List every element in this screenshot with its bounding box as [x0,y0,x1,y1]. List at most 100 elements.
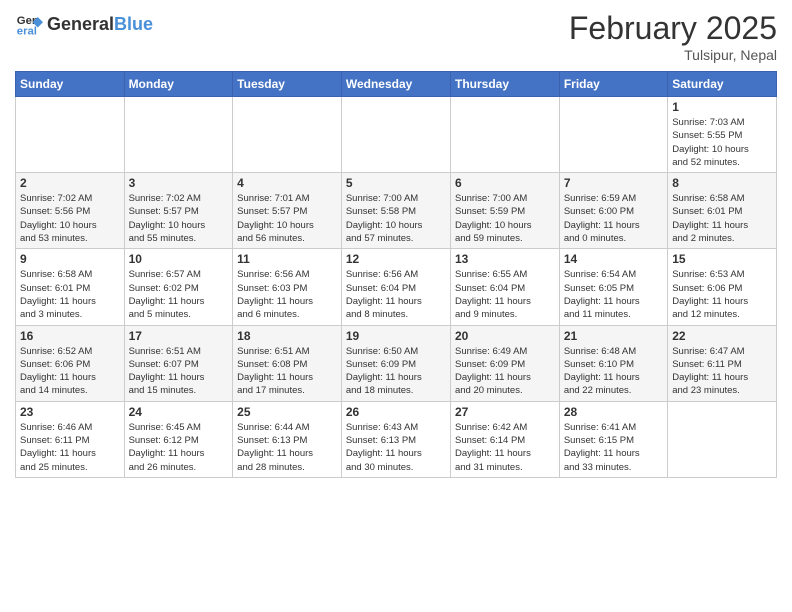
day-info: Sunrise: 6:59 AM Sunset: 6:00 PM Dayligh… [564,192,663,245]
day-number: 4 [237,176,337,190]
day-number: 6 [455,176,555,190]
day-cell [233,97,342,173]
day-number: 5 [346,176,446,190]
day-info: Sunrise: 6:42 AM Sunset: 6:14 PM Dayligh… [455,421,555,474]
day-cell: 21 Sunrise: 6:48 AM Sunset: 6:10 PM Dayli… [559,325,667,401]
logo-icon: Gen eral [15,10,43,38]
day-info: Sunrise: 6:49 AM Sunset: 6:09 PM Dayligh… [455,345,555,398]
day-number: 13 [455,252,555,266]
day-cell: 17Sunrise: 6:51 AM Sunset: 6:07 PM Dayli… [124,325,233,401]
day-number: 21 [564,329,663,343]
day-cell [450,97,559,173]
day-info: Sunrise: 7:02 AM Sunset: 5:56 PM Dayligh… [20,192,120,245]
calendar-table: SundayMondayTuesdayWednesdayThursdayFrid… [15,71,777,478]
day-info: Sunrise: 7:01 AM Sunset: 5:57 PM Dayligh… [237,192,337,245]
day-number: 22 [672,329,772,343]
weekday-header-friday: Friday [559,72,667,97]
day-info: Sunrise: 6:44 AM Sunset: 6:13 PM Dayligh… [237,421,337,474]
day-info: Sunrise: 6:56 AM Sunset: 6:03 PM Dayligh… [237,268,337,321]
day-cell [341,97,450,173]
month-title: February 2025 [569,10,777,47]
day-cell [668,401,777,477]
day-number: 1 [672,100,772,114]
week-row-3: 9 Sunrise: 6:58 AM Sunset: 6:01 PM Daylig… [16,249,777,325]
weekday-header-monday: Monday [124,72,233,97]
day-info: Sunrise: 6:54 AM Sunset: 6:05 PM Dayligh… [564,268,663,321]
day-info: Sunrise: 7:03 AM Sunset: 5:55 PM Dayligh… [672,116,772,169]
day-number: 18 [237,329,337,343]
day-cell: 16Sunrise: 6:52 AM Sunset: 6:06 PM Dayli… [16,325,125,401]
day-cell: 25 Sunrise: 6:44 AM Sunset: 6:13 PM Dayli… [233,401,342,477]
day-cell: 20 Sunrise: 6:49 AM Sunset: 6:09 PM Dayli… [450,325,559,401]
day-number: 23 [20,405,120,419]
day-number: 20 [455,329,555,343]
day-cell: 4 Sunrise: 7:01 AM Sunset: 5:57 PM Daylig… [233,173,342,249]
week-row-1: 1 Sunrise: 7:03 AM Sunset: 5:55 PM Daylig… [16,97,777,173]
weekday-header-tuesday: Tuesday [233,72,342,97]
day-number: 25 [237,405,337,419]
day-info: Sunrise: 7:00 AM Sunset: 5:59 PM Dayligh… [455,192,555,245]
day-info: Sunrise: 6:48 AM Sunset: 6:10 PM Dayligh… [564,345,663,398]
day-number: 3 [129,176,229,190]
svg-text:eral: eral [17,26,37,38]
day-cell: 7 Sunrise: 6:59 AM Sunset: 6:00 PM Daylig… [559,173,667,249]
title-block: February 2025 Tulsipur, Nepal [569,10,777,63]
day-info: Sunrise: 6:41 AM Sunset: 6:15 PM Dayligh… [564,421,663,474]
day-info: Sunrise: 6:45 AM Sunset: 6:12 PM Dayligh… [129,421,229,474]
week-row-2: 2 Sunrise: 7:02 AM Sunset: 5:56 PM Daylig… [16,173,777,249]
day-info: Sunrise: 6:47 AM Sunset: 6:11 PM Dayligh… [672,345,772,398]
day-number: 24 [129,405,229,419]
day-cell: 3 Sunrise: 7:02 AM Sunset: 5:57 PM Daylig… [124,173,233,249]
weekday-header-saturday: Saturday [668,72,777,97]
day-number: 10 [129,252,229,266]
day-cell: 18 Sunrise: 6:51 AM Sunset: 6:08 PM Dayli… [233,325,342,401]
day-info: Sunrise: 6:58 AM Sunset: 6:01 PM Dayligh… [20,268,120,321]
day-cell: 24 Sunrise: 6:45 AM Sunset: 6:12 PM Dayli… [124,401,233,477]
day-info: Sunrise: 6:50 AM Sunset: 6:09 PM Dayligh… [346,345,446,398]
day-cell: 9 Sunrise: 6:58 AM Sunset: 6:01 PM Daylig… [16,249,125,325]
day-info: Sunrise: 6:46 AM Sunset: 6:11 PM Dayligh… [20,421,120,474]
logo-general-text: General [47,14,114,34]
page-header: Gen eral GeneralBlue February 2025 Tulsi… [15,10,777,63]
weekday-header-sunday: Sunday [16,72,125,97]
day-number: 12 [346,252,446,266]
day-cell: 28 Sunrise: 6:41 AM Sunset: 6:15 PM Dayli… [559,401,667,477]
day-number: 19 [346,329,446,343]
day-number: 27 [455,405,555,419]
day-cell: 8 Sunrise: 6:58 AM Sunset: 6:01 PM Daylig… [668,173,777,249]
weekday-header-row: SundayMondayTuesdayWednesdayThursdayFrid… [16,72,777,97]
day-cell: 26 Sunrise: 6:43 AM Sunset: 6:13 PM Dayli… [341,401,450,477]
day-cell: 22 Sunrise: 6:47 AM Sunset: 6:11 PM Dayli… [668,325,777,401]
day-number: 16 [20,329,120,343]
day-info: Sunrise: 6:55 AM Sunset: 6:04 PM Dayligh… [455,268,555,321]
weekday-header-wednesday: Wednesday [341,72,450,97]
day-info: Sunrise: 6:57 AM Sunset: 6:02 PM Dayligh… [129,268,229,321]
day-number: 15 [672,252,772,266]
day-cell: 10 Sunrise: 6:57 AM Sunset: 6:02 PM Dayli… [124,249,233,325]
weekday-header-thursday: Thursday [450,72,559,97]
day-number: 2 [20,176,120,190]
day-number: 26 [346,405,446,419]
day-info: Sunrise: 7:00 AM Sunset: 5:58 PM Dayligh… [346,192,446,245]
day-number: 28 [564,405,663,419]
day-number: 8 [672,176,772,190]
day-cell: 19 Sunrise: 6:50 AM Sunset: 6:09 PM Dayli… [341,325,450,401]
logo-blue-text: Blue [114,14,153,34]
day-cell: 14Sunrise: 6:54 AM Sunset: 6:05 PM Dayli… [559,249,667,325]
day-info: Sunrise: 6:51 AM Sunset: 6:08 PM Dayligh… [237,345,337,398]
day-info: Sunrise: 6:53 AM Sunset: 6:06 PM Dayligh… [672,268,772,321]
day-cell: 27 Sunrise: 6:42 AM Sunset: 6:14 PM Dayli… [450,401,559,477]
day-cell [124,97,233,173]
day-cell [16,97,125,173]
week-row-5: 23 Sunrise: 6:46 AM Sunset: 6:11 PM Dayli… [16,401,777,477]
day-info: Sunrise: 6:43 AM Sunset: 6:13 PM Dayligh… [346,421,446,474]
day-info: Sunrise: 7:02 AM Sunset: 5:57 PM Dayligh… [129,192,229,245]
day-number: 7 [564,176,663,190]
week-row-4: 16Sunrise: 6:52 AM Sunset: 6:06 PM Dayli… [16,325,777,401]
day-cell: 6 Sunrise: 7:00 AM Sunset: 5:59 PM Daylig… [450,173,559,249]
day-info: Sunrise: 6:56 AM Sunset: 6:04 PM Dayligh… [346,268,446,321]
day-number: 9 [20,252,120,266]
day-cell: 5 Sunrise: 7:00 AM Sunset: 5:58 PM Daylig… [341,173,450,249]
day-info: Sunrise: 6:58 AM Sunset: 6:01 PM Dayligh… [672,192,772,245]
day-number: 17 [129,329,229,343]
